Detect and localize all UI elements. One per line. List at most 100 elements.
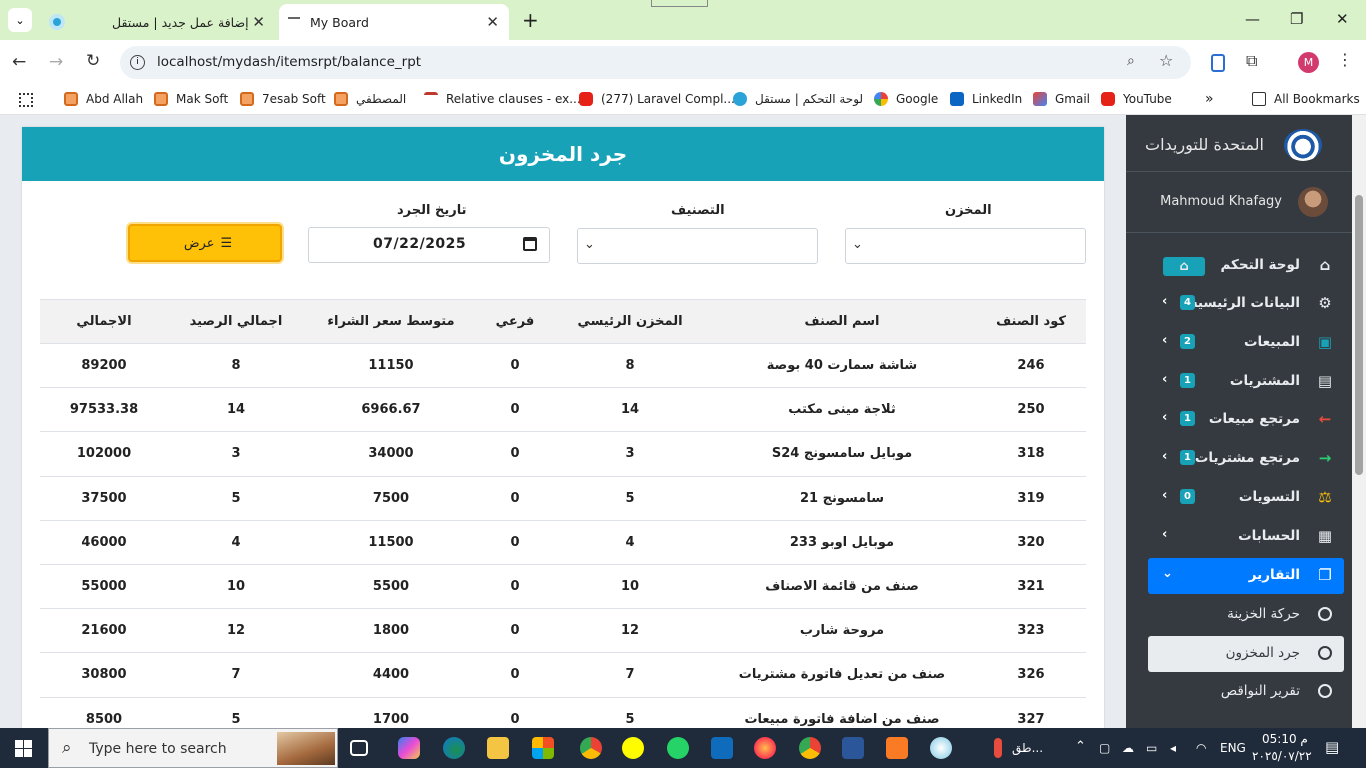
new-tab-icon[interactable]: + [522, 8, 539, 32]
brand[interactable]: المتحدة للتوريدات [1126, 115, 1352, 172]
sidebar-item-purchase-returns[interactable]: مرتجع مشتريات → 1 ‹ [1148, 441, 1344, 477]
zoom-icon[interactable]: ⌕ [1127, 53, 1135, 69]
cloud-icon[interactable]: ☁ [1122, 741, 1134, 755]
reload-icon[interactable]: ↻ [86, 51, 100, 71]
youtube-icon [579, 92, 593, 106]
tab-my-board[interactable]: My Board ✕ [279, 4, 509, 40]
bookmark[interactable]: YouTube [1101, 92, 1172, 106]
table-cell: 4 [168, 520, 304, 565]
sidebar-item-master-data[interactable]: البيانات الرئيسية ⚙ 4 ‹ [1148, 286, 1344, 322]
restore-icon[interactable]: ❐ [1290, 10, 1303, 28]
sidebar-item-purchases[interactable]: المشتريات ▤ 1 ‹ [1148, 364, 1344, 400]
language-indicator[interactable]: ENG [1220, 741, 1246, 755]
edge-icon[interactable] [443, 737, 465, 759]
volume-icon[interactable]: ◂ [1170, 741, 1176, 755]
forward-icon[interactable]: → [49, 52, 63, 72]
firefox-icon[interactable] [754, 737, 776, 759]
sidebar-item-sales-returns[interactable]: مرتجع مبيعات ← 1 ‹ [1148, 402, 1344, 438]
paint-icon[interactable] [930, 737, 952, 759]
taskbar-search-input[interactable]: ⌕ Type here to search [48, 728, 338, 768]
close-icon[interactable]: ✕ [486, 13, 499, 31]
user-panel[interactable]: Mahmoud Khafagy [1126, 173, 1352, 233]
bookmark[interactable]: 7esab Soft [240, 92, 326, 106]
bookmark[interactable]: LinkedIn [950, 92, 1022, 106]
table-cell: 30800 [40, 652, 168, 698]
notifications-icon[interactable]: ▤ [1325, 738, 1339, 756]
word-icon[interactable] [842, 737, 864, 759]
store-select[interactable]: ⌄ [845, 228, 1086, 264]
network-icon[interactable]: ◠ [1196, 741, 1206, 755]
sidebar-item-accounts[interactable]: الحسابات ▦ ‹ [1148, 519, 1344, 555]
sidebar-subitem-cash-movement[interactable]: حركة الخزينة [1148, 597, 1344, 633]
chrome-icon[interactable] [580, 737, 602, 759]
tab-mostaql[interactable]: إضافة عمل جديد | مستقل ✕ [40, 4, 275, 40]
url-text[interactable]: localhost/mydash/itemsrpt/balance_rpt [157, 54, 421, 70]
inventory-date-input[interactable]: 07/22/2025 [308, 227, 550, 263]
all-bookmarks[interactable]: All Bookmarks [1252, 92, 1360, 106]
star-icon[interactable]: ☆ [1159, 51, 1173, 70]
meet-icon[interactable]: ▢ [1099, 741, 1110, 755]
whatsapp-icon[interactable] [667, 737, 689, 759]
tab-search-button[interactable]: ⌄ [8, 8, 32, 32]
back-icon[interactable]: ← [12, 52, 26, 72]
outlook-icon[interactable] [711, 737, 733, 759]
snapchat-icon[interactable] [622, 737, 644, 759]
sidebar-scrollbar[interactable] [1352, 115, 1366, 728]
minimize-icon[interactable]: — [1245, 10, 1260, 28]
scrollbar-thumb[interactable] [1355, 195, 1363, 475]
circle-icon [1318, 607, 1332, 621]
bookmark[interactable]: Abd Allah [64, 92, 143, 106]
sidebar-item-reports[interactable]: التقارير ❐ ⌄ [1148, 558, 1344, 594]
xampp-icon[interactable] [886, 737, 908, 759]
battery-icon[interactable]: ▭ [1146, 741, 1157, 755]
sidebar-subitem-shortages[interactable]: تقرير النواقص [1148, 674, 1344, 710]
table-row: 250 ثلاجة مينى مكتب 14 0 6966.67 14 97533.38 [40, 387, 1086, 433]
close-window-icon[interactable]: ✕ [1336, 10, 1349, 28]
bookmark[interactable]: Relative clauses - ex... [424, 92, 581, 106]
menu-icon[interactable]: ⋮ [1337, 50, 1353, 69]
site-info-icon[interactable]: i [130, 55, 145, 70]
chevron-up-icon[interactable]: ⌃ [1075, 739, 1086, 754]
table-cell: شاشة سمارت 40 بوصة [708, 343, 976, 389]
table-header-row: كود الصنف اسم الصنف المخزن الرئيسي فرعي … [40, 299, 1086, 344]
show-button[interactable]: عرض ☰ [128, 224, 282, 262]
apps-grid-icon[interactable] [19, 93, 33, 107]
bookmark[interactable]: Mak Soft [154, 92, 228, 106]
bookmark[interactable]: Gmail [1033, 92, 1090, 106]
sidebar-item-sales[interactable]: المبيعات ▣ 2 ‹ [1148, 325, 1344, 361]
bookmark[interactable]: لوحة التحكم | مستقل [733, 92, 863, 106]
clock-date[interactable]: ٢٠٢٥/٠٧/٢٢ [1252, 749, 1312, 763]
clock-time[interactable]: 05:10 م [1262, 732, 1308, 746]
circle-icon [1318, 646, 1332, 660]
category-select[interactable]: ⌄ [577, 228, 818, 264]
sidebar-item-dashboard[interactable]: لوحة التحكم ⌂ ⌂ [1148, 248, 1344, 284]
store-icon[interactable] [532, 737, 554, 759]
linkedin-icon [950, 92, 964, 106]
table-cell: 1700 [304, 697, 478, 728]
task-view-icon[interactable] [350, 740, 368, 756]
copy-icon: ❐ [1318, 566, 1332, 584]
copilot-icon[interactable] [398, 737, 420, 759]
puzzle-icon[interactable]: ⧉ [1246, 51, 1257, 71]
col-total: الاجمالي [40, 299, 168, 344]
table-cell: 11150 [304, 343, 478, 389]
calendar-icon[interactable] [523, 237, 537, 251]
file-explorer-icon[interactable] [487, 737, 509, 759]
extension-icon[interactable] [1211, 54, 1225, 72]
table-cell: 3 [168, 431, 304, 477]
chrome-profile-icon[interactable] [799, 737, 821, 759]
weather-text[interactable]: طق... [1012, 741, 1043, 755]
table-cell: 37500 [40, 476, 168, 521]
sidebar-item-settlements[interactable]: التسويات ⚖ 0 ‹ [1148, 480, 1344, 516]
windows-start-icon[interactable] [15, 740, 32, 757]
close-icon[interactable]: ✕ [252, 13, 265, 31]
brand-name: المتحدة للتوريدات [1145, 135, 1264, 154]
table-cell: 5 [552, 476, 708, 521]
sidebar-subitem-inventory[interactable]: جرد المخزون [1148, 636, 1344, 672]
profile-avatar[interactable]: M [1298, 52, 1319, 73]
more-bookmarks-icon[interactable]: » [1205, 91, 1214, 107]
bookmark[interactable]: المصطفي [334, 92, 406, 106]
address-bar[interactable]: i localhost/mydash/itemsrpt/balance_rpt … [120, 46, 1191, 79]
bookmark[interactable]: (277) Laravel Compl... [579, 92, 735, 106]
bookmark[interactable]: Google [874, 92, 938, 106]
